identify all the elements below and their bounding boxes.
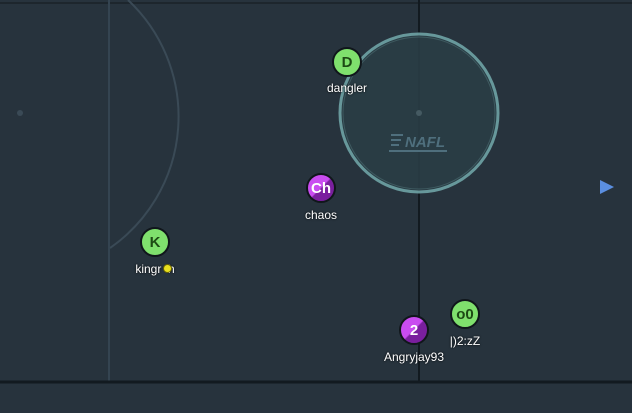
- player-chaos[interactable]: Ch: [306, 173, 336, 203]
- player-dangler[interactable]: D: [332, 47, 362, 77]
- center-dot: [416, 110, 422, 116]
- player-name-angryjay93: Angryjay93: [383, 350, 445, 364]
- player-name-dangler: dangler: [326, 81, 368, 95]
- player-initials: 2: [409, 321, 419, 339]
- player-o0[interactable]: o0: [450, 299, 480, 329]
- player-kingrich[interactable]: K: [140, 227, 170, 257]
- logo-text: NAFL: [405, 134, 445, 151]
- player-initials: K: [149, 233, 161, 251]
- faceoff-dot-left: [17, 110, 23, 116]
- player-initials: o0: [456, 305, 474, 323]
- player-initials: D: [341, 53, 353, 71]
- player-initials: Ch: [311, 179, 331, 197]
- player-name-chaos: chaos: [304, 208, 338, 222]
- rink: NAFL: [0, 0, 632, 413]
- offscreen-arrow-icon[interactable]: [600, 180, 614, 194]
- puck-icon: [163, 264, 172, 273]
- player-name-o0: |)2:zZ: [449, 334, 481, 348]
- player-angryjay93[interactable]: 2: [399, 315, 429, 345]
